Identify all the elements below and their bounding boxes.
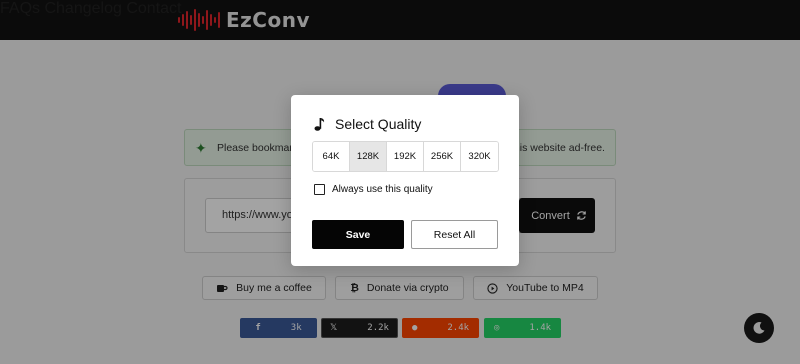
quality-option-128k[interactable]: 128K [350,142,387,171]
always-use-quality-checkbox[interactable] [314,184,325,195]
quality-option-256k[interactable]: 256K [424,142,461,171]
always-use-quality-row[interactable]: Always use this quality [314,184,433,195]
quality-option-192k[interactable]: 192K [387,142,424,171]
quality-options: 64K 128K 192K 256K 320K [312,141,499,172]
quality-modal: Select Quality 64K 128K 192K 256K 320K A… [291,95,519,266]
save-button[interactable]: Save [312,220,404,249]
always-use-quality-label: Always use this quality [332,184,433,195]
modal-title: Select Quality [313,116,421,132]
reset-all-button[interactable]: Reset All [411,220,498,249]
quality-option-64k[interactable]: 64K [313,142,350,171]
modal-title-text: Select Quality [335,116,422,132]
music-note-icon [314,118,325,131]
quality-option-320k[interactable]: 320K [461,142,498,171]
